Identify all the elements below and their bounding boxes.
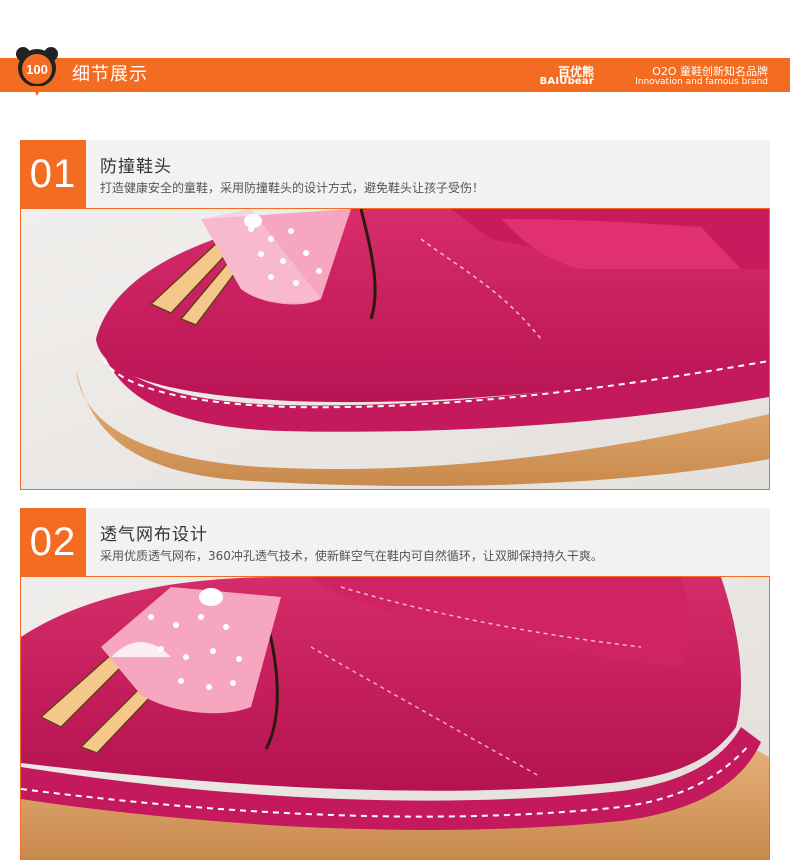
section-header: 02 透气网布设计 采用优质透气网布，360冲孔透气技术，使新鲜空气在鞋内可自然… <box>20 508 770 585</box>
section-header: 01 防撞鞋头 打造健康安全的童鞋，采用防撞鞋头的设计方式，避免鞋头让孩子受伤！ <box>20 140 770 217</box>
brand-slogan-en: Innovation and famous brand <box>635 77 768 87</box>
section-title: 透气网布设计 <box>100 525 208 545</box>
bear-logo-icon: 100 <box>14 44 60 100</box>
section-number: 01 <box>20 140 86 208</box>
brand-name-en: BAIUbear <box>539 76 594 87</box>
section-description: 采用优质透气网布，360冲孔透气技术，使新鲜空气在鞋内可自然循环，让双脚保持持久… <box>100 549 603 563</box>
page-title: 细节展示 <box>72 64 148 85</box>
section-number: 02 <box>20 508 86 576</box>
shoe-toe-photo <box>20 208 770 490</box>
logo-text: 100 <box>26 62 48 77</box>
shoe-side-photo <box>20 576 770 860</box>
section-title: 防撞鞋头 <box>100 157 172 177</box>
section-description: 打造健康安全的童鞋，采用防撞鞋头的设计方式，避免鞋头让孩子受伤！ <box>100 181 485 195</box>
